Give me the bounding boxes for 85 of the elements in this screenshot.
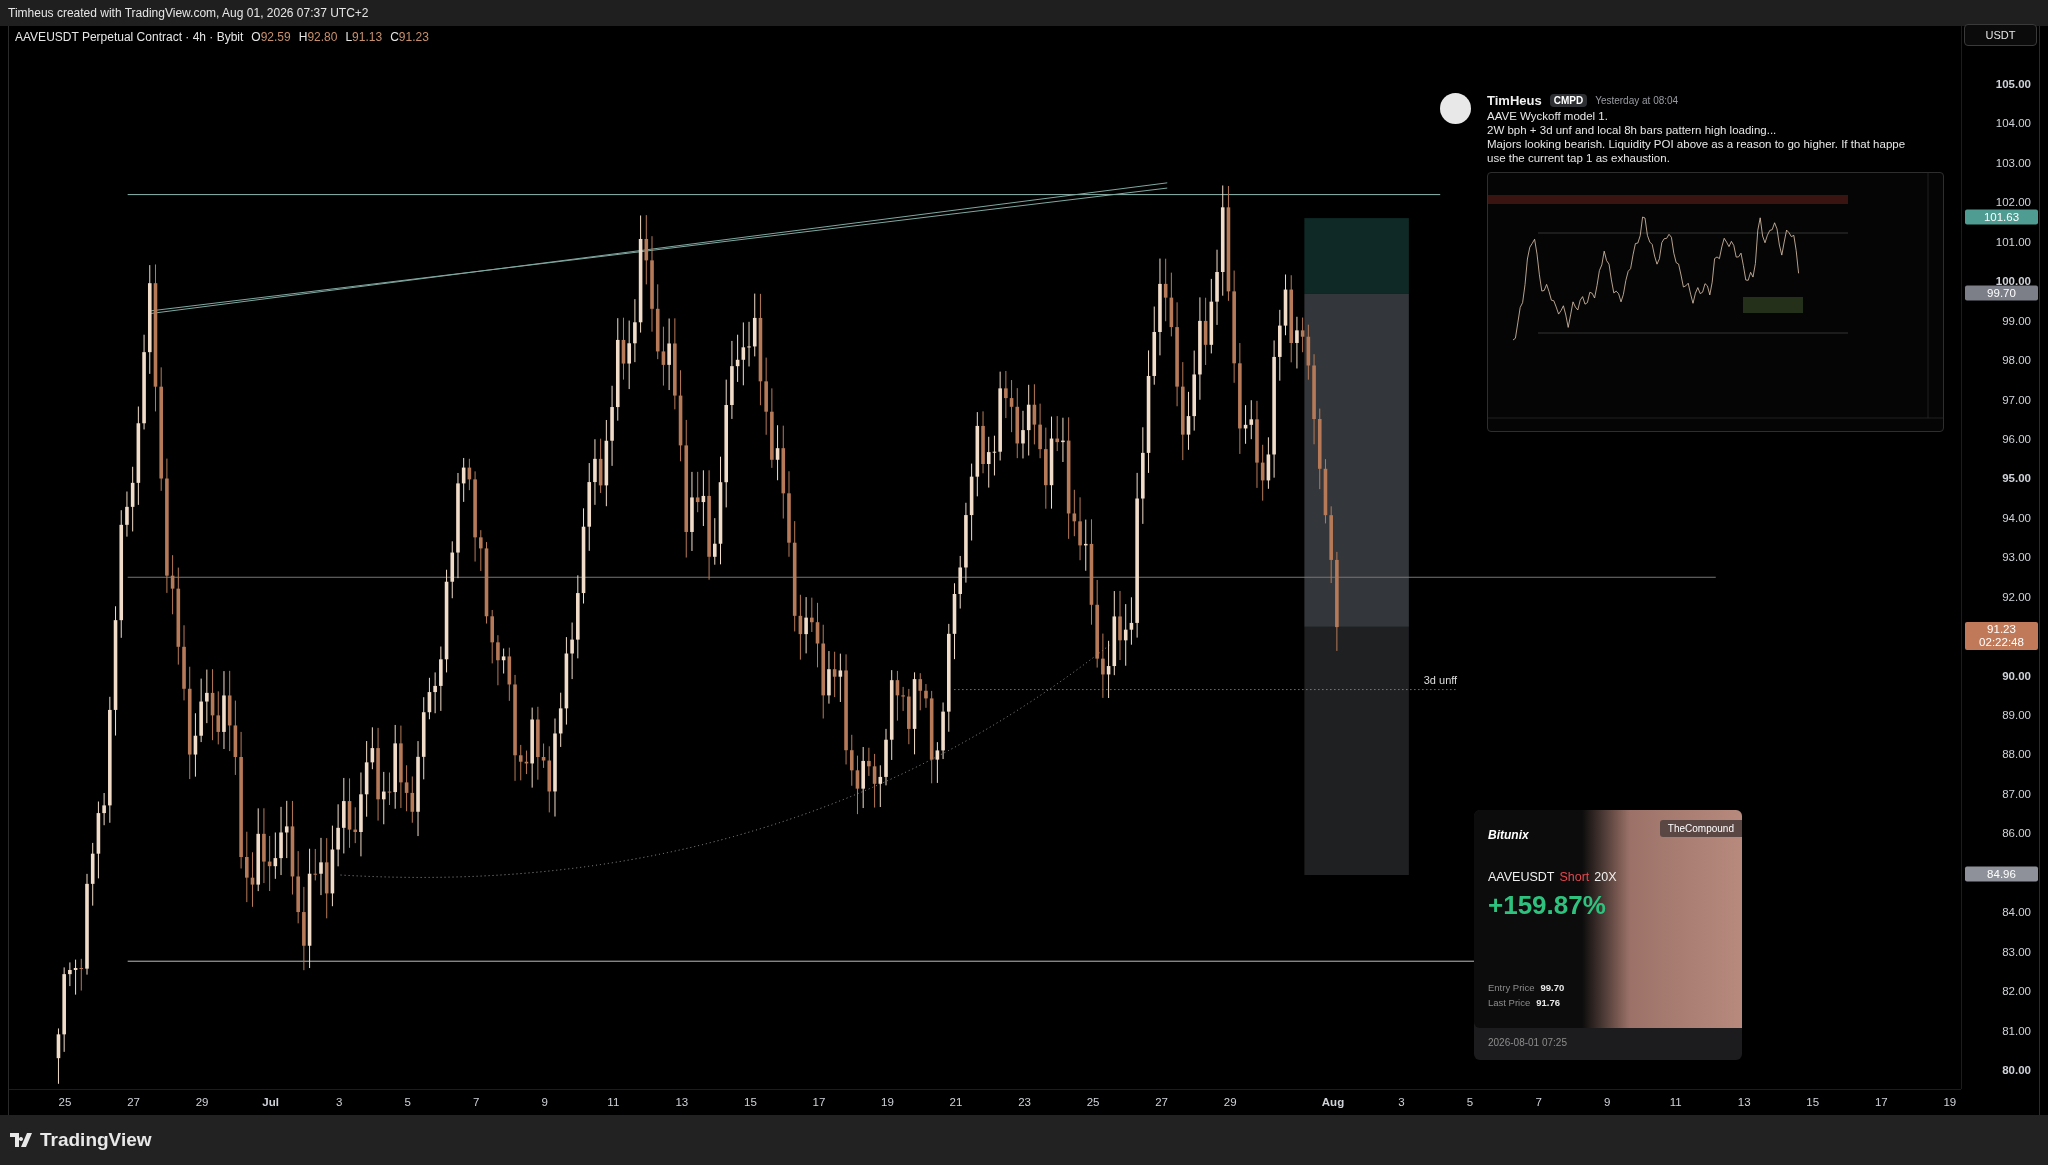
price-label: 105.00: [1995, 78, 2031, 90]
side-text: Short: [1559, 870, 1590, 884]
date-label: 23: [1018, 1096, 1031, 1108]
date-label: 19: [881, 1096, 894, 1108]
currency-button[interactable]: USDT: [1964, 24, 2037, 46]
logo-icon: [10, 1133, 34, 1147]
ohlc-value: H92.80: [298, 30, 338, 44]
price-tag: 99.70: [1965, 285, 2038, 301]
price-label: 93.00: [2002, 551, 2031, 564]
date-label: 27: [127, 1096, 140, 1108]
price-label: 96.00: [2002, 432, 2031, 445]
chart-caption: Timheus created with TradingView.com, Aug 01, 2026 07:37 UTC+2: [8, 6, 369, 20]
comment-time: Yesterday at 08:04: [1595, 95, 1679, 106]
comment-text: AAVE Wyckoff model 1.: [1487, 110, 1609, 122]
comment-text: 2W bph + 3d unf and local 8h bars pattern high loading...: [1487, 124, 1778, 136]
date-label: 19: [1943, 1096, 1957, 1108]
date-label: 7: [1535, 1096, 1542, 1108]
price-label: 80.00: [2002, 1064, 2031, 1076]
date-label: 11: [1669, 1096, 1682, 1108]
leverage-text: 20X: [1594, 870, 1617, 884]
price-label: 102.00: [1995, 196, 2031, 209]
ohlc-value: L91.13: [345, 30, 383, 44]
price-label: 90.00: [2002, 669, 2031, 682]
brand-name: TradingView: [40, 1129, 152, 1151]
price-label: 94.00: [2002, 511, 2031, 524]
symbol-title: AAVEUSDT Perpetual Contract · 4h · Bybit: [15, 30, 244, 44]
community-tag: TheCompound: [1659, 820, 1742, 837]
date-label: 15: [744, 1096, 757, 1108]
date-label: 7: [473, 1096, 480, 1108]
price-label: 87.00: [2002, 787, 2031, 800]
price-label: 82.00: [2002, 985, 2031, 998]
price-label: 97.00: [2002, 393, 2031, 406]
date-label: 3: [335, 1096, 343, 1108]
date-label: 3: [1398, 1096, 1405, 1108]
symbol-text: AAVEUSDT: [1488, 870, 1555, 884]
price-label: 86.00: [2002, 827, 2031, 840]
field-label: Last Price: [1488, 997, 1531, 1008]
date-label: Jul: [262, 1096, 279, 1108]
comment-text: use the current tap 1 as exhaustion.: [1487, 152, 1671, 164]
comment-text: Majors looking bearish. Liquidity POI above as a reason to go higher. If that happe: [1487, 138, 1907, 150]
date-label: 25: [1086, 1096, 1100, 1108]
date-label: 25: [58, 1096, 72, 1108]
date-label: 17: [1874, 1096, 1888, 1108]
price-label: 101.00: [1995, 235, 2031, 248]
date-label: 29: [195, 1096, 209, 1108]
avatar: [1440, 93, 1471, 124]
price-label: 100.00: [1995, 275, 2031, 288]
date-label: 27: [1155, 1096, 1168, 1108]
field-value: 99.70: [1540, 982, 1565, 993]
date-label: 9: [1603, 1096, 1611, 1108]
price-label: 83.00: [2002, 945, 2031, 958]
date-label: 11: [607, 1096, 620, 1108]
date-label: 29: [1223, 1096, 1237, 1108]
date-label: Aug: [1321, 1096, 1345, 1108]
price-label: 88.00: [2002, 748, 2031, 761]
date-label: 9: [541, 1096, 548, 1108]
price-label: 81.00: [2002, 1024, 2031, 1037]
price-tag: 91.23 02:22:48: [1965, 622, 2038, 651]
date-label: 5: [404, 1096, 411, 1108]
price-label: 103.00: [1995, 156, 2031, 169]
date-label: 13: [1737, 1096, 1751, 1108]
price-label: 104.00: [1995, 117, 2031, 130]
price-tag: 101.63: [1965, 209, 2038, 225]
field-value: 91.76: [1536, 997, 1561, 1008]
exchange-logo: Bitunix: [1488, 828, 1529, 842]
price-label: 99.00: [2002, 314, 2031, 327]
role-badge: CMPD: [1549, 94, 1588, 107]
ohlc-value: O92.59: [251, 30, 291, 44]
comment-author: TimHeus: [1487, 93, 1542, 108]
date-label: 13: [675, 1096, 689, 1108]
price-label: 84.00: [2002, 906, 2031, 919]
ohlc-value: C91.23: [390, 30, 429, 44]
price-label: 95.00: [2002, 472, 2031, 485]
price-label: 89.00: [2002, 709, 2031, 722]
line-label: 3d unff: [1423, 674, 1458, 687]
date-label: 17: [812, 1096, 826, 1108]
date-label: 21: [949, 1096, 963, 1108]
date-label: 5: [1466, 1096, 1474, 1108]
date-label: 15: [1806, 1096, 1820, 1108]
pnl-value: +159.87%: [1488, 890, 1606, 921]
price-label: 92.00: [2002, 590, 2031, 603]
field-label: Entry Price: [1488, 982, 1535, 993]
price-tag: 84.96: [1965, 866, 2038, 882]
price-label: 98.00: [2002, 354, 2031, 367]
card-timestamp: 2026-08-01 07:25: [1488, 1037, 1568, 1048]
